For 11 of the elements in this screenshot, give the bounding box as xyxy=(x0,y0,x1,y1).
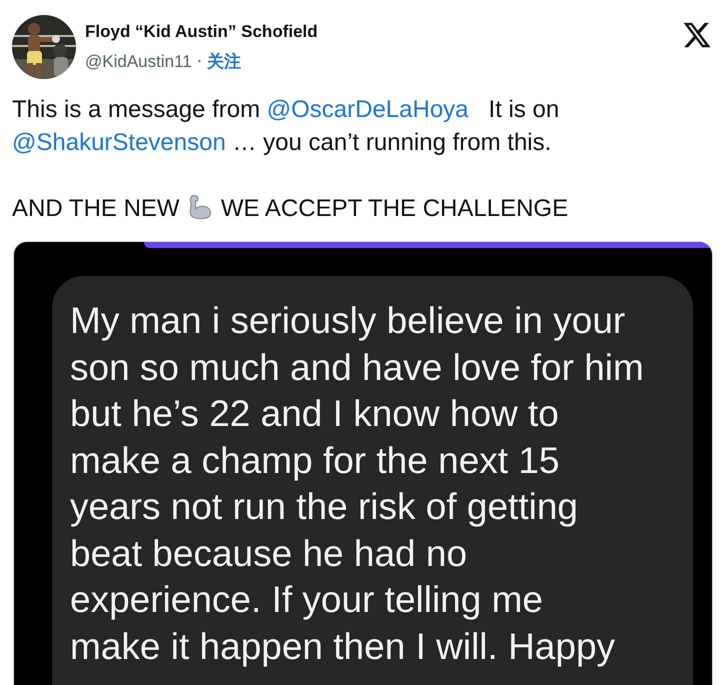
tweet-text: AND THE NEW WE ACCEPT THE CHALLENGE xyxy=(12,192,570,224)
separator-dot: · xyxy=(196,52,202,72)
mention-link[interactable]: @OscarDeLaHoya xyxy=(266,96,469,123)
author-handle[interactable]: @KidAustin11 xyxy=(85,52,192,72)
tweet-text: This is a message from @OscarDeLaHoya It is on @ShakurStevenson … you can’t running from this. xyxy=(12,95,560,158)
author-name[interactable]: Floyd “Kid Austin” Schofield xyxy=(85,22,318,42)
x-logo-icon[interactable] xyxy=(682,20,712,50)
message-text: My man i seriously believe in your son so much and have love for him but he’s 22 and I know how to make a champ for the next 15 years not run the risk of getting beat because he had no experience. If your telling me make it happen then I will. Happy xyxy=(70,299,645,669)
message-screenshot[interactable] xyxy=(13,241,713,685)
mention-link[interactable]: @ShakurStevenson xyxy=(12,129,226,156)
follow-link[interactable]: 关注 xyxy=(207,50,242,73)
